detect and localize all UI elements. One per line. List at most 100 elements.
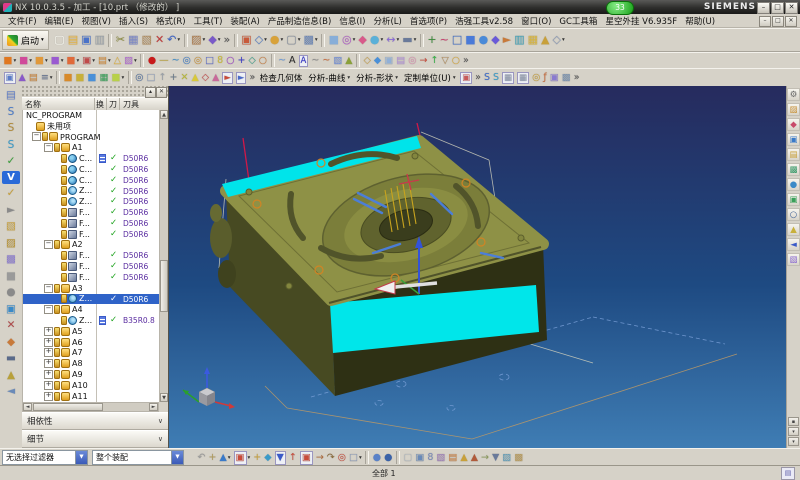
dropdown-arrow-icon[interactable]: ▾ — [396, 37, 399, 43]
resource-bar-icon[interactable]: ▨ — [2, 236, 20, 250]
toolbar-icon[interactable]: →▾ — [418, 53, 429, 68]
selection-bar-icon[interactable]: →▾ — [480, 450, 491, 465]
scroll-left-icon[interactable]: ◄ — [23, 403, 32, 411]
toolbar-icon[interactable]: ▣▾ — [81, 53, 97, 68]
menu-item[interactable]: GC工具箱 — [555, 15, 601, 27]
toolbar-icon[interactable]: ▬▾ — [401, 33, 418, 48]
navigator-tree-row[interactable]: − A4 — [23, 304, 159, 315]
selection-bar-icon[interactable]: ◆▾ — [263, 450, 273, 465]
expand-toggle-icon[interactable]: + — [44, 338, 53, 347]
toolbar-icon[interactable]: ■▾ — [327, 33, 340, 48]
menu-item[interactable]: 插入(S) — [115, 15, 152, 27]
navigator-tree-row[interactable]: NC_PROGRAM — [23, 110, 159, 121]
dropdown-arrow-icon[interactable]: ▾ — [92, 58, 95, 64]
toolbar-icon[interactable]: S▾ — [482, 70, 491, 85]
resource-bar-icon[interactable]: ► — [2, 203, 20, 217]
toolbar-icon[interactable]: ▨▾ — [123, 53, 139, 68]
toolbar-icon[interactable]: ►▾ — [221, 70, 235, 85]
toolbar-icon[interactable]: ~▾ — [277, 53, 288, 68]
dropdown-arrow-icon[interactable]: ▾ — [228, 455, 231, 461]
panel-drag-handle[interactable]: ▴ ✕ — [22, 86, 168, 97]
selection-bar-icon[interactable]: ◎▾ — [336, 450, 347, 465]
dropdown-arrow-icon[interactable]: ▾ — [203, 37, 206, 43]
toolbar-icon[interactable]: ✕▾ — [179, 70, 190, 85]
cam-create-operation[interactable]: ■▾ — [65, 53, 81, 68]
toolbar-icon[interactable]: »▾ — [572, 70, 581, 85]
assembly-navigator-icon[interactable]: ▤ — [2, 88, 20, 102]
navigator-tree-row[interactable]: Z... D50R6 — [23, 196, 159, 207]
toolbar-icon[interactable]: ◆▾ — [357, 33, 368, 48]
right-toolbar-icon[interactable]: ▣ — [787, 193, 800, 206]
toolbar-icon[interactable]: ▧▾ — [332, 53, 344, 68]
toolbar-icon[interactable]: ▣▾ — [548, 70, 560, 85]
cam-create-tool[interactable]: ■▾ — [18, 53, 34, 68]
scroll-down-icon[interactable]: ▼ — [160, 393, 168, 402]
dropdown-arrow-icon[interactable]: ▾ — [315, 37, 318, 43]
cut-button[interactable]: ✂▾ — [114, 33, 126, 48]
toolbar-icon[interactable]: »▾ — [222, 33, 232, 48]
dropdown-arrow-icon[interactable]: ▾ — [281, 37, 284, 43]
expand-toggle-icon[interactable]: + — [44, 381, 53, 390]
analysis-text-button[interactable]: 定制单位(U)▾ — [401, 72, 459, 84]
open-button[interactable]: ▤▾ — [66, 33, 79, 48]
resource-bar-icon[interactable]: ● — [2, 285, 20, 299]
dependencies-section-bar[interactable]: 相依性∨ — [22, 412, 168, 430]
dropdown-arrow-icon[interactable]: ▾ — [45, 58, 48, 64]
navigator-tree-row[interactable]: C... D50R6 — [23, 175, 159, 186]
menu-item[interactable]: 分析(L) — [369, 15, 405, 27]
dropdown-arrow-icon[interactable]: ▾ — [381, 37, 384, 43]
menu-item[interactable]: 装配(A) — [226, 15, 263, 27]
toolbar-icon[interactable]: ◎▾ — [407, 53, 418, 68]
selection-bar-icon[interactable]: ▣▾ — [298, 450, 314, 465]
expand-toggle-icon[interactable]: − — [44, 305, 53, 314]
resource-bar-icon[interactable]: ✓ — [2, 154, 20, 168]
navigator-tree-row[interactable]: + A5 — [23, 326, 159, 337]
mdi-control-button[interactable]: – — [759, 16, 771, 27]
right-toolbar-icon[interactable]: ○ — [787, 208, 800, 221]
right-toolbar-icon[interactable]: ▣ — [787, 133, 800, 146]
window-control-button[interactable]: – — [757, 2, 770, 14]
toolbar-icon[interactable]: ▤▾ — [27, 70, 39, 85]
navigator-tree-row[interactable]: F... D50R6 — [23, 218, 159, 229]
toolbar-icon[interactable]: ▾ — [271, 54, 275, 67]
expand-toggle-icon[interactable]: + — [44, 392, 53, 401]
resource-bar-icon[interactable]: ▩ — [2, 252, 20, 266]
vericut-icon[interactable]: V — [2, 171, 20, 184]
right-toolbar-icon[interactable]: ▤ — [787, 148, 800, 161]
selection-bar-icon[interactable]: →▾ — [314, 450, 325, 465]
toolbar-icon[interactable]: ↑▾ — [429, 53, 440, 68]
toolbar-icon[interactable]: ▤▾ — [395, 53, 407, 68]
menu-item[interactable]: 浩强工具v2.58 — [451, 15, 517, 27]
toolbar-icon[interactable]: ◆▾ — [207, 33, 222, 48]
toolbar-icon[interactable]: ▣▾ — [2, 70, 17, 85]
toolbar-icon[interactable]: ▤▾ — [97, 53, 113, 68]
toolbar-icon[interactable]: ▲▾ — [190, 70, 200, 85]
toolbar-icon[interactable]: ▲▾ — [540, 33, 551, 48]
extrude-button[interactable]: ■▾ — [464, 33, 477, 48]
selection-bar-icon[interactable]: □▾ — [348, 450, 364, 465]
save-button[interactable]: ▣▾ — [80, 33, 93, 48]
expand-toggle-icon[interactable]: + — [44, 370, 53, 379]
tree-vertical-scrollbar[interactable]: ▲ ▼ — [159, 110, 168, 402]
selection-filter-combo[interactable]: 无选择过滤器 ▼ — [2, 450, 88, 465]
toolbar-icon[interactable]: ▾ — [56, 71, 60, 84]
selection-bar-icon[interactable]: ▲▾ — [459, 450, 469, 465]
toolbar-icon[interactable]: ▽▾ — [440, 53, 450, 68]
toolbar-icon[interactable]: ◇▾ — [362, 53, 372, 68]
model-left-boss[interactable] — [210, 204, 222, 222]
toolbar-icon[interactable]: ▦▾ — [526, 33, 539, 48]
graphics-viewport[interactable] — [168, 86, 786, 448]
text-button[interactable]: A▾ — [288, 53, 298, 68]
toolbar-icon[interactable]: ◎▾ — [341, 33, 357, 48]
copy-button[interactable]: ▦▾ — [127, 33, 140, 48]
navigator-tree-row[interactable]: Z... D50R6 — [23, 294, 159, 305]
window-control-button[interactable]: ✕ — [785, 2, 798, 14]
menu-item[interactable]: 窗口(O) — [517, 15, 555, 27]
toolbar-icon[interactable]: ●▾ — [368, 33, 384, 48]
csys-button[interactable]: ◎▾ — [134, 70, 145, 85]
toolbar-icon[interactable]: ▨▾ — [190, 33, 207, 48]
navigator-tree-row[interactable]: − A2 — [23, 240, 159, 251]
rectangle-button[interactable]: □▾ — [450, 33, 463, 48]
status-note-icon[interactable]: ▤ — [781, 467, 795, 480]
part-navigator-icon[interactable]: S — [2, 121, 20, 135]
